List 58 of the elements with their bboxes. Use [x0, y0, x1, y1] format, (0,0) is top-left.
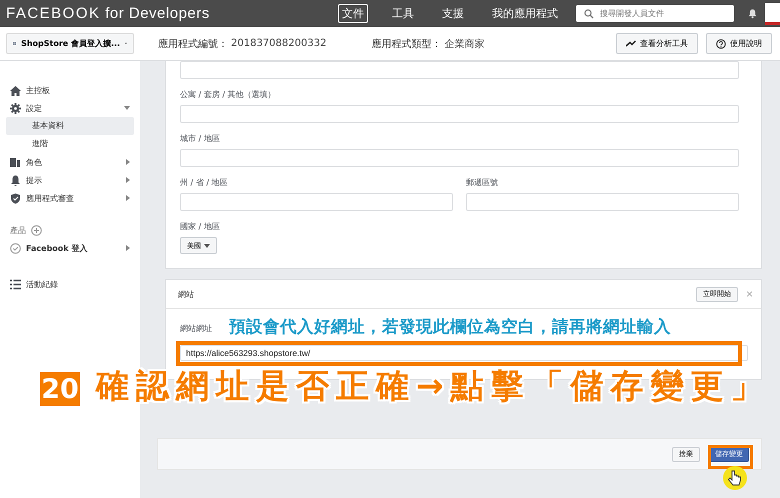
bell-icon — [10, 174, 21, 186]
field-label: 公寓 / 套房 / 其他（選填） — [180, 89, 276, 100]
input-field[interactable] — [180, 149, 739, 167]
nav-link[interactable]: 我的應用程式 — [488, 4, 562, 23]
field-label: 國家 / 地區 — [180, 221, 220, 232]
app-id-label: 應用程式編號： — [158, 38, 228, 50]
avatar-placeholder[interactable] — [764, 2, 780, 24]
list-icon — [10, 278, 21, 290]
bell-icon[interactable] — [748, 7, 757, 20]
check-icon — [10, 242, 21, 254]
annotation-title: 確認網址是否正確→點擊「儲存變更」 — [96, 365, 771, 407]
trend-icon — [626, 40, 636, 47]
url-field[interactable]: https://alice563293.shopstore.tw/ — [180, 345, 748, 361]
card-title: 網站 — [178, 288, 194, 300]
caret-right-icon — [126, 245, 130, 251]
sidebar-item[interactable]: 主控板 — [0, 81, 140, 99]
input-field[interactable] — [180, 105, 739, 123]
sidebar-item[interactable]: 應用程式審查 — [0, 189, 140, 207]
sidebar-subitem[interactable]: 基本資料 — [6, 117, 134, 135]
sidebar-item[interactable]: 設定 — [0, 99, 140, 117]
nav-link[interactable]: 文件 — [338, 4, 368, 23]
add-icon[interactable] — [31, 224, 42, 236]
shield-icon — [10, 192, 21, 204]
roles-icon — [10, 156, 21, 168]
app-id: 201837088200332 — [231, 38, 326, 49]
caret-right-icon — [126, 177, 130, 183]
nav-link[interactable]: 支援 — [438, 4, 468, 23]
step-number: 20 — [38, 370, 82, 408]
input-field[interactable] — [180, 193, 453, 211]
help-icon — [716, 38, 726, 48]
annotation-text: 預設會代入好網址，若發現此欄位為空白，請再將網址輸入 — [229, 316, 671, 338]
field-label: 網站網址 — [180, 323, 212, 334]
sidebar-item[interactable]: 角色 — [0, 153, 140, 171]
input-field[interactable] — [466, 193, 739, 211]
help-button[interactable]: 使用說明 — [706, 33, 772, 54]
caret-right-icon — [126, 195, 130, 201]
logo[interactable]: FACEBOOK for Developers — [6, 5, 210, 22]
search-field[interactable]: 搜尋開發人員文件 — [576, 5, 734, 22]
field-label: 城市 / 地區 — [180, 133, 220, 144]
analytics-button[interactable]: 查看分析工具 — [616, 33, 698, 54]
caret-down-icon — [124, 106, 130, 110]
sidebar-item[interactable]: 提示 — [0, 171, 140, 189]
caret-right-icon — [126, 159, 130, 165]
field-label: 州 / 省 / 地區 — [180, 177, 228, 188]
caret-icon — [204, 244, 210, 248]
app-type: 企業商家 — [444, 38, 484, 50]
app-type-label: 應用程式類型： — [371, 38, 442, 50]
input-field[interactable] — [180, 61, 739, 79]
search-icon — [584, 9, 594, 19]
sidebar-item[interactable]: Facebook 登入 — [0, 239, 140, 257]
field-label: 郵遞區號 — [466, 177, 498, 188]
app-selector[interactable]: ShopStore 會員登入擴... — [6, 33, 134, 54]
sidebar-subitem[interactable]: 進階 — [6, 135, 134, 153]
gear-icon — [10, 102, 21, 114]
sidebar-item[interactable]: 活動紀錄 — [0, 275, 140, 293]
home-icon — [10, 84, 21, 96]
section-label: 產品 — [10, 224, 26, 236]
nav-link[interactable]: 工具 — [388, 4, 418, 23]
